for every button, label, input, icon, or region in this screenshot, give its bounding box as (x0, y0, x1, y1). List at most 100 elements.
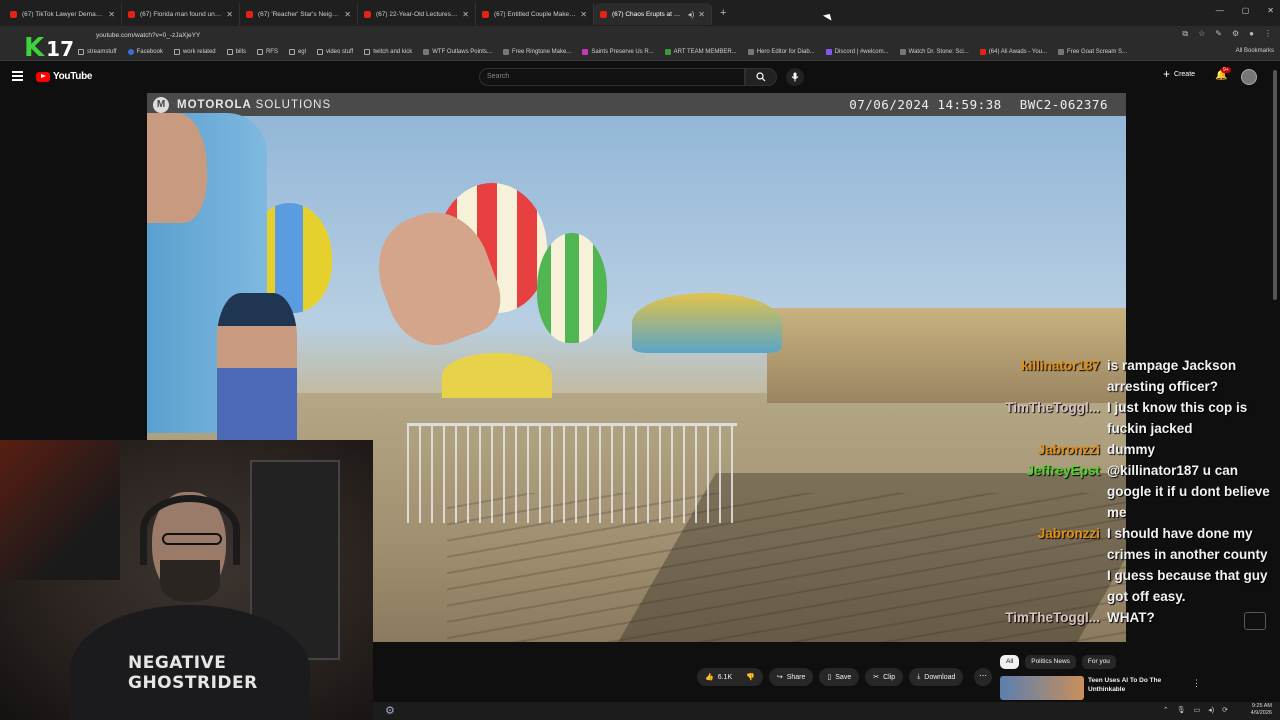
bookmark-item[interactable]: RFS (256, 49, 278, 55)
hamburger-menu-icon[interactable] (12, 71, 23, 83)
share-button[interactable]: ↪ Share (768, 668, 814, 686)
bookmark-label: Watch Dr. Stone: Sci... (908, 49, 969, 55)
bookmark-item[interactable]: streamstuff (78, 49, 117, 55)
chip-for-you[interactable]: For you (1081, 655, 1116, 669)
thumbs-down-icon[interactable]: 👎 (746, 673, 755, 681)
bookmark-item[interactable]: Free Ringtone Make... (502, 49, 571, 55)
bookmark-item[interactable]: Watch Dr. Stone: Sci... (899, 49, 969, 55)
chat-text-line: google it if u dont believe (1107, 484, 1270, 499)
balloon-ride (442, 353, 552, 398)
more-actions-button[interactable]: ⋯ (974, 668, 992, 686)
bookmark-item[interactable]: Free Goat Scream S... (1058, 49, 1127, 55)
browser-tab[interactable]: (67) 22-Year-Old Lectures Cop... ✕ (358, 3, 476, 25)
chip-politics-news[interactable]: Politics News (1025, 655, 1076, 669)
close-window-icon[interactable]: ✕ (1267, 6, 1274, 15)
bookmark-item[interactable]: egl (288, 49, 306, 55)
browser-tab-active[interactable]: (67) Chaos Erupts at Water... ◂)✕ (594, 3, 712, 25)
create-button[interactable]: + Create (1163, 68, 1195, 80)
bookmark-item[interactable]: Saints Preserve Us R... (582, 49, 654, 55)
minimize-icon[interactable]: — (1216, 6, 1224, 15)
window-controls: — ▢ ✕ (1216, 6, 1274, 15)
download-button[interactable]: ⤓ Download (909, 668, 964, 686)
site-favicon-icon (1058, 49, 1065, 55)
page-scrollbar[interactable] (1273, 70, 1277, 300)
profile-icon[interactable]: ● (1249, 29, 1254, 39)
tab-title: (67) Chaos Erupts at Water... (612, 10, 684, 18)
bookmark-item[interactable]: WTF Outlaws Points... (423, 49, 492, 55)
bookmark-star-icon[interactable]: ☆ (1198, 29, 1205, 39)
browser-toolbar: ⧉ ☆ ✎ ⚙ ● ⋮ (1182, 29, 1272, 39)
site-favicon-icon (502, 49, 509, 55)
voice-search-button[interactable] (786, 68, 804, 86)
chevron-up-icon[interactable]: ⌃ (1163, 706, 1169, 714)
close-tab-icon[interactable]: ✕ (344, 10, 351, 19)
browser-tab[interactable]: (67) Entitled Couple Makes Tu... ✕ (476, 3, 594, 25)
chip-all[interactable]: All (1000, 655, 1020, 669)
browser-tab[interactable]: (67) 'Reacher' Star's Neighbor... ✕ (240, 3, 358, 25)
os-taskbar: ⚙ ⌃ 🎙 ▭ ◂) ⟳ 9:25 AM 4/9/2026 (373, 702, 1280, 720)
bodycam-device-id: BWC2-062376 (1019, 97, 1108, 112)
motorola-logo-icon: M (153, 96, 169, 113)
close-tab-icon[interactable]: ✕ (698, 10, 705, 19)
network-icon[interactable]: ▭ (1194, 706, 1201, 714)
share-icon: ↪ (776, 674, 783, 681)
search-button[interactable] (745, 68, 777, 86)
sync-icon[interactable]: ⟳ (1222, 706, 1228, 714)
new-tab-icon[interactable]: + (720, 7, 726, 19)
chat-text-line: I should have done my (1107, 526, 1253, 541)
recommended-title[interactable]: Teen Uses AI To Do The Unthinkable (1088, 676, 1161, 700)
like-button[interactable]: 👍 6.1K 👎 (697, 668, 763, 686)
extension-icon[interactable]: ✎ (1215, 29, 1222, 39)
recommended-thumbnail[interactable] (1000, 676, 1084, 700)
bookmark-item[interactable]: video stuff (316, 49, 353, 55)
folder-icon (288, 49, 295, 55)
stream-chat-overlay: killinator187 is rampage Jackson arresting… (1000, 355, 1280, 628)
bookmark-label: streamstuff (87, 49, 117, 55)
close-tab-icon[interactable]: ✕ (226, 10, 233, 19)
chat-username: Jabronzzi (1037, 442, 1100, 457)
youtube-header: YouTube Search + Create 🔔 9+ (0, 61, 1280, 93)
bookmark-item[interactable]: Hero Editor for Diab... (747, 49, 815, 55)
extensions-puzzle-icon[interactable]: ⚙ (1232, 29, 1239, 39)
avatar[interactable] (1241, 69, 1257, 85)
bookmark-item[interactable]: bills (226, 49, 246, 55)
beard (160, 560, 220, 602)
chat-text: I should have done my crimes in another c… (1107, 523, 1272, 607)
system-clock[interactable]: 9:25 AM 4/9/2026 (1251, 703, 1272, 717)
all-bookmarks-button[interactable]: All Bookmarks (1236, 48, 1274, 54)
search-input[interactable]: Search (479, 68, 745, 86)
notifications-bell-icon[interactable]: 🔔 9+ (1215, 67, 1231, 81)
bookmark-item[interactable]: Facebook (127, 49, 163, 55)
mute-tab-icon[interactable]: ◂) (688, 10, 695, 19)
chat-message: Jabronzzi I should have done my crimes in … (1000, 523, 1280, 607)
overlay-k: K (24, 33, 45, 63)
browser-tab[interactable]: (67) TikTok Lawyer Demands Su...✕ (4, 3, 122, 25)
chat-text-line: is rampage Jackson (1107, 358, 1237, 373)
balloon-ride (537, 233, 607, 343)
recommended-video[interactable]: Teen Uses AI To Do The Unthinkable (1000, 676, 1200, 700)
bookmark-item[interactable]: ART TEAM MEMBER... (664, 49, 737, 55)
close-tab-icon[interactable]: ✕ (580, 10, 587, 19)
notification-badge: 9+ (1221, 67, 1231, 73)
save-button[interactable]: ▯ Save (819, 668, 860, 686)
bookmark-item[interactable]: twitch and kick (364, 49, 412, 55)
volume-icon[interactable]: ◂) (1208, 706, 1214, 714)
install-icon[interactable]: ⧉ (1182, 29, 1188, 39)
recommendation-menu-icon[interactable]: ⋮ (1192, 678, 1201, 689)
bookmark-item[interactable]: work related (173, 49, 216, 55)
url-field[interactable]: youtube.com/watch?v=0_-zJaXjeYY (96, 32, 200, 39)
bookmark-item[interactable]: Discord | #welcom... (825, 49, 889, 55)
maximize-icon[interactable]: ▢ (1242, 6, 1250, 15)
bookmark-item[interactable]: (64) Ali Awads - You... (979, 49, 1047, 55)
close-tab-icon[interactable]: ✕ (462, 10, 469, 19)
save-label: Save (835, 673, 852, 681)
close-tab-icon[interactable]: ✕ (108, 10, 115, 19)
scissors-icon: ✂ (873, 674, 880, 681)
clip-button[interactable]: ✂ Clip (865, 668, 904, 686)
chat-text-line: @killinator187 u can (1107, 463, 1238, 478)
browser-tab[interactable]: (67) Florida man found unconsc... ✕ (122, 3, 240, 25)
youtube-logo[interactable]: YouTube (36, 71, 93, 82)
settings-gear-icon[interactable]: ⚙ (385, 704, 395, 717)
kebab-menu-icon[interactable]: ⋮ (1264, 29, 1272, 39)
mic-tray-icon[interactable]: 🎙 (1177, 706, 1186, 714)
